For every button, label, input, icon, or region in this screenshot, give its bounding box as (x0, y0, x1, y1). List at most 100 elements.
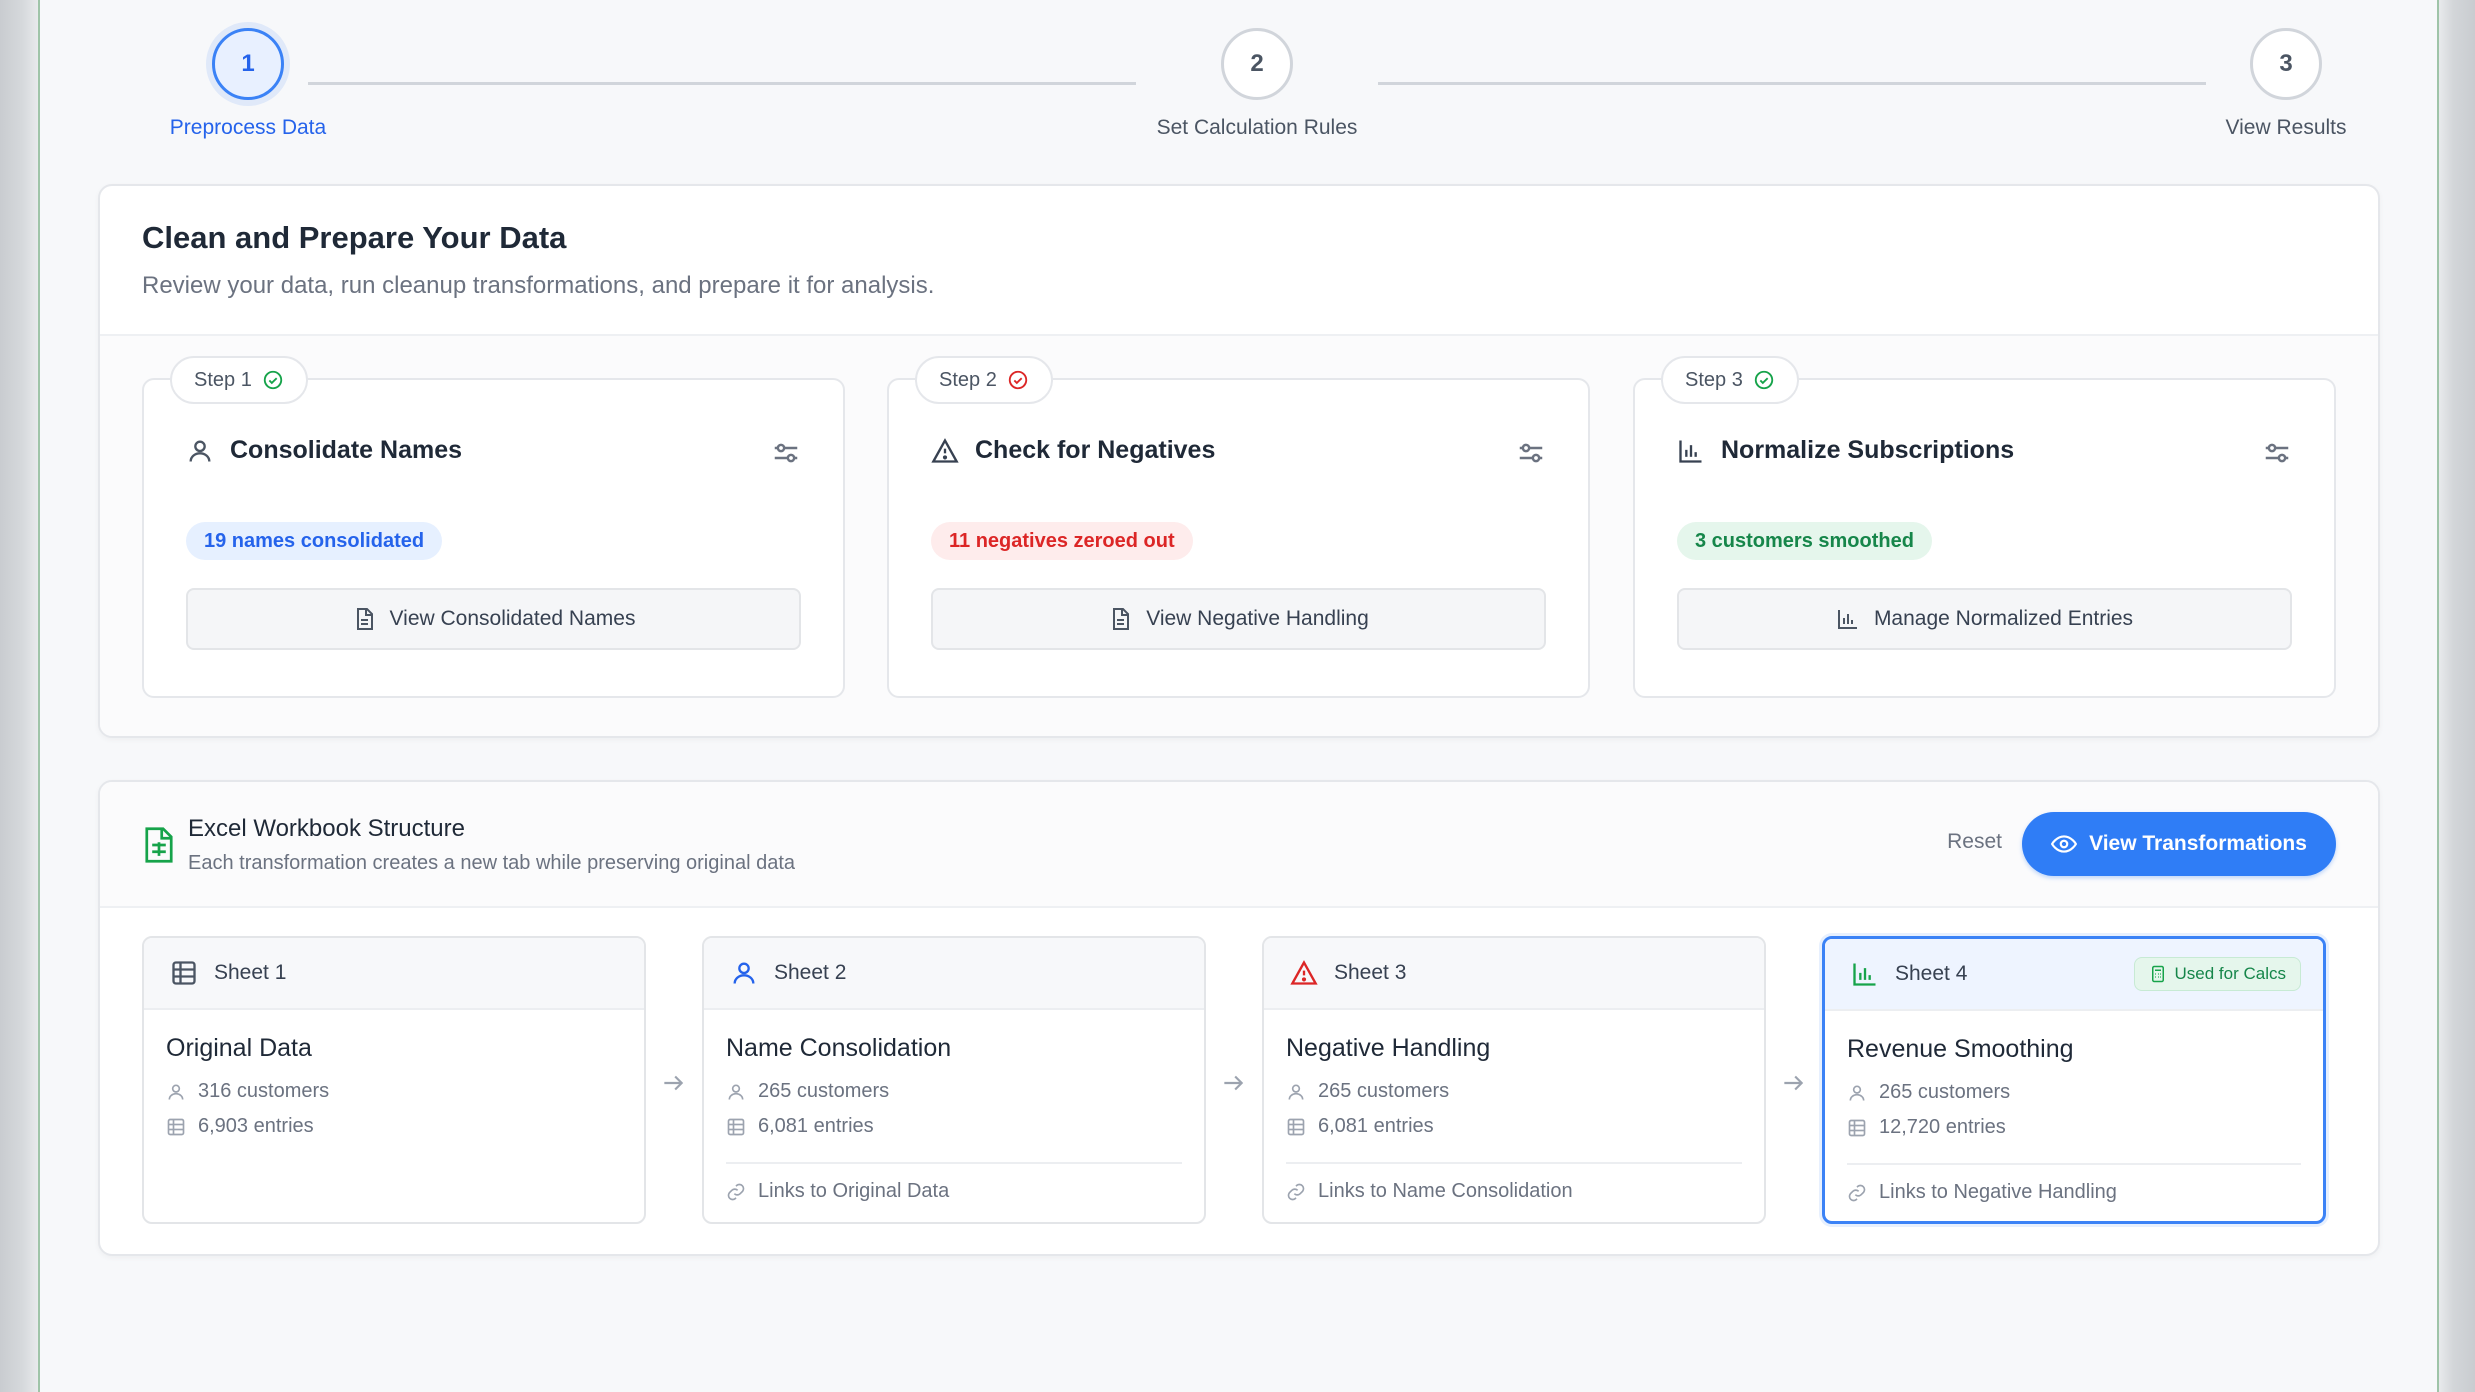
stepper-step-calculation-rules[interactable]: 2 Set Calculation Rules (1147, 28, 1367, 140)
user-icon (1849, 1085, 1865, 1101)
task-result-badge: 19 names consolidated (186, 522, 443, 560)
step-tag-label: Step 2 (939, 368, 997, 391)
user-icon (1288, 1084, 1304, 1100)
table-grid-icon (167, 1118, 185, 1135)
arrow-right-icon (664, 1075, 684, 1091)
sheet-card-name-consolidation[interactable]: Sheet 2 Name Consolidation 265 customers… (702, 936, 1206, 1224)
customer-count: 316 customers (166, 1080, 329, 1103)
sheet-link-text: Links to Original Data (758, 1180, 950, 1202)
workbook-header: Excel Workbook Structure Each transforma… (100, 782, 2378, 908)
stepper-connector (308, 82, 1136, 85)
button-label: View Consolidated Names (389, 607, 636, 630)
task-title: Consolidate Names (230, 436, 463, 464)
sheet-tab-label: Sheet 2 (774, 961, 847, 984)
badge-label: Used for Calcs (2174, 964, 2286, 983)
arrow-right-icon (1224, 1075, 1244, 1091)
stepper-connector (1378, 82, 2206, 85)
check-circle-icon (1754, 370, 1773, 390)
entry-count-text: 6,081 entries (1318, 1115, 1434, 1137)
task-title: Normalize Subscriptions (1721, 436, 2015, 464)
task-title: Check for Negatives (975, 436, 1216, 464)
divider (1847, 1163, 2301, 1165)
customer-count-text: 265 customers (758, 1080, 890, 1102)
sliders-settings-icon[interactable] (1516, 438, 1546, 468)
sheet-tab-header: Sheet 4 Used for Calcs (1825, 939, 2323, 1011)
step-tag: Step 3 (1661, 356, 1799, 404)
bar-chart-icon (1853, 963, 1876, 986)
prepare-card-title: Clean and Prepare Your Data (142, 220, 567, 255)
window-edge-left (0, 0, 40, 1392)
sliders-settings-icon[interactable] (771, 438, 801, 468)
step-tag: Step 1 (170, 356, 308, 404)
sheet-link: Links to Name Consolidation (1286, 1180, 1573, 1203)
reset-button[interactable]: Reset (1947, 830, 2002, 854)
task-result-badge: 3 customers smoothed (1677, 522, 1932, 560)
sheet-link: Links to Negative Handling (1847, 1181, 2117, 1204)
sheet-tab-label: Sheet 1 (214, 961, 287, 984)
button-label: View Negative Handling (1146, 607, 1369, 630)
prepare-data-card: Clean and Prepare Your Data Review your … (98, 184, 2380, 738)
sliders-settings-icon[interactable] (2262, 438, 2292, 468)
entry-count-text: 6,903 entries (198, 1115, 314, 1137)
table-grid-icon (172, 961, 196, 985)
sheet-tab-header: Sheet 2 (704, 938, 1204, 1010)
task-card-normalize-subscriptions: Step 3 Normalize Subscriptions 3 custome… (1633, 356, 2336, 698)
entry-count-text: 6,081 entries (758, 1115, 874, 1137)
stepper-step-preprocess[interactable]: 1 Preprocess Data (138, 28, 358, 140)
customer-count-text: 265 customers (1879, 1081, 2011, 1103)
prepare-card-body: Step 1 Consolidate Names 19 names consol… (100, 336, 2378, 736)
customer-count: 265 customers (1286, 1080, 1449, 1103)
workbook-subtitle: Each transformation creates a new tab wh… (188, 852, 795, 874)
sheet-link: Links to Original Data (726, 1180, 949, 1203)
sheet-tab-header: Sheet 1 (144, 938, 644, 1010)
step-number-circle: 2 (1221, 28, 1293, 100)
link-icon (1287, 1183, 1305, 1200)
document-icon (1113, 608, 1130, 630)
table-grid-icon (1287, 1118, 1305, 1135)
link-icon (727, 1183, 745, 1200)
sheet-card-revenue-smoothing[interactable]: Sheet 4 Used for Calcs Revenue Smoothing… (1822, 936, 2326, 1224)
view-transformations-button[interactable]: View Transformations (2022, 812, 2336, 876)
check-circle-icon (1008, 370, 1027, 390)
sheet-link-text: Links to Name Consolidation (1318, 1180, 1573, 1202)
step-number-circle: 3 (2250, 28, 2322, 100)
progress-stepper: 1 Preprocess Data 2 Set Calculation Rule… (40, 0, 2437, 160)
step-label: Set Calculation Rules (1156, 116, 1358, 139)
step-number-circle: 1 (212, 28, 284, 100)
sheet-tab-label: Sheet 4 (1895, 962, 1968, 985)
customer-count-text: 316 customers (198, 1080, 330, 1102)
stepper-step-view-results[interactable]: 3 View Results (2176, 28, 2396, 140)
sheet-title: Name Consolidation (726, 1034, 952, 1062)
workbook-structure-card: Excel Workbook Structure Each transforma… (98, 780, 2380, 1256)
workbook-title: Excel Workbook Structure (188, 815, 465, 842)
customer-count: 265 customers (726, 1080, 889, 1103)
entry-count-text: 12,720 entries (1879, 1116, 2006, 1138)
entry-count: 12,720 entries (1847, 1116, 2006, 1139)
manage-normalized-entries-button[interactable]: Manage Normalized Entries (1677, 588, 2292, 650)
bar-chart-icon (1679, 440, 1702, 463)
task-card-consolidate-names: Step 1 Consolidate Names 19 names consol… (142, 356, 845, 698)
step-tag-label: Step 3 (1685, 368, 1743, 391)
task-header: Normalize Subscriptions (1677, 436, 2014, 465)
view-negative-handling-button[interactable]: View Negative Handling (931, 588, 1546, 650)
prepare-card-subtitle: Review your data, run cleanup transforma… (142, 272, 935, 299)
document-icon (356, 608, 373, 630)
button-label: Manage Normalized Entries (1873, 607, 2134, 630)
step-label: View Results (2225, 116, 2347, 139)
table-grid-icon (1848, 1119, 1866, 1136)
link-icon (1848, 1184, 1866, 1201)
bar-chart-icon (1837, 610, 1857, 629)
divider (1286, 1162, 1742, 1164)
warning-triangle-icon (1290, 960, 1318, 985)
entry-count: 6,081 entries (726, 1115, 874, 1138)
warning-triangle-icon (931, 437, 959, 463)
sheet-card-negative-handling[interactable]: Sheet 3 Negative Handling 265 customers … (1262, 936, 1766, 1224)
divider (726, 1162, 1182, 1164)
app-main: 1 Preprocess Data 2 Set Calculation Rule… (40, 0, 2437, 1392)
step-tag-label: Step 1 (194, 368, 252, 391)
sheet-tab-header: Sheet 3 (1264, 938, 1764, 1010)
view-consolidated-names-button[interactable]: View Consolidated Names (186, 588, 801, 650)
used-for-calcs-badge: Used for Calcs (2133, 957, 2301, 991)
user-icon (168, 1084, 184, 1100)
sheet-card-original-data[interactable]: Sheet 1 Original Data 316 customers 6,90… (142, 936, 646, 1224)
